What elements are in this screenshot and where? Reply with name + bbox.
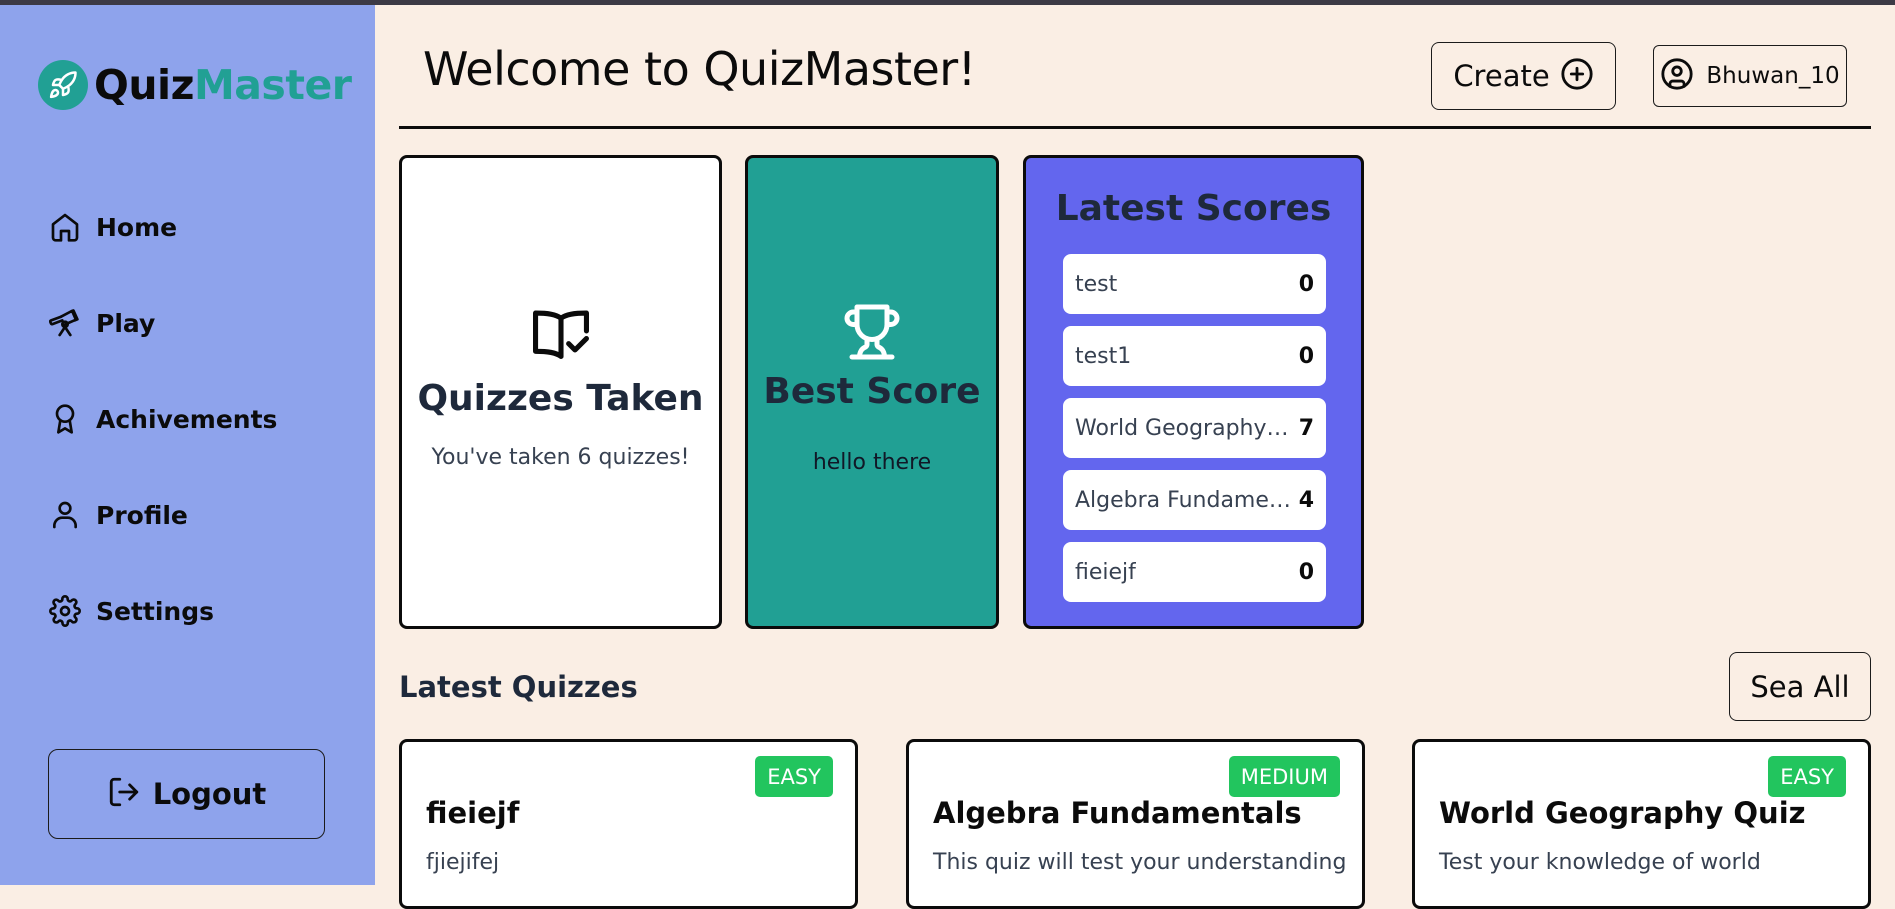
sidebar: QuizMaster Home Play Achivements Profile…	[0, 5, 375, 885]
quiz-description: This quiz will test your understanding	[933, 850, 1347, 875]
telescope-icon	[48, 306, 82, 340]
trophy-icon	[748, 302, 996, 366]
score-value: 7	[1298, 415, 1314, 441]
header-divider	[399, 126, 1871, 129]
score-value: 4	[1298, 487, 1314, 513]
quiz-description: fjiejifej	[426, 850, 500, 875]
score-value: 0	[1298, 271, 1314, 297]
quiz-title: Algebra Fundamentals	[933, 796, 1302, 830]
page-title: Welcome to QuizMaster!	[423, 42, 976, 96]
user-circle-icon	[1660, 57, 1694, 95]
book-check-icon	[402, 308, 719, 368]
score-quiz-name: World Geography Quiz	[1075, 415, 1293, 441]
username: Bhuwan_10	[1706, 63, 1840, 89]
create-button[interactable]: Create	[1431, 42, 1616, 110]
quiz-title: fieiejf	[426, 796, 520, 830]
sidebar-item-label: Play	[96, 308, 156, 338]
card-text: hello there	[812, 450, 932, 475]
quiz-card[interactable]: EASY fieiejf fjiejifej	[399, 739, 858, 909]
quiz-description: Test your knowledge of world	[1439, 850, 1761, 875]
score-row[interactable]: World Geography Quiz 7	[1063, 398, 1326, 458]
logout-button[interactable]: Logout	[48, 749, 325, 839]
create-label: Create	[1453, 59, 1550, 93]
score-value: 0	[1298, 559, 1314, 585]
sidebar-item-label: Home	[96, 212, 178, 242]
score-quiz-name: test	[1075, 271, 1118, 297]
score-row[interactable]: test 0	[1063, 254, 1326, 314]
score-quiz-name: fieiejf	[1075, 559, 1136, 585]
score-row[interactable]: fieiejf 0	[1063, 542, 1326, 602]
logout-icon	[107, 775, 141, 813]
card-title: Quizzes Taken	[417, 378, 704, 419]
user-icon	[48, 498, 82, 532]
card-title: Best Score	[763, 371, 981, 412]
score-quiz-name: Algebra Fundamentals	[1075, 487, 1293, 513]
sidebar-item-label: Profile	[96, 500, 188, 530]
sidebar-item-label: Settings	[96, 596, 215, 626]
sidebar-item-achivements[interactable]: Achivements	[48, 397, 277, 441]
card-title: Latest Scores	[1055, 188, 1332, 229]
difficulty-badge: EASY	[755, 756, 833, 797]
score-quiz-name: test1	[1075, 343, 1132, 369]
sidebar-item-label: Achivements	[96, 404, 278, 434]
award-icon	[48, 402, 82, 436]
app-name: QuizMaster	[94, 61, 352, 109]
logout-label: Logout	[152, 777, 267, 811]
app-logo[interactable]: QuizMaster	[38, 57, 352, 113]
section-title: Latest Quizzes	[399, 670, 638, 704]
quizzes-taken-card: Quizzes Taken You've taken 6 quizzes!	[399, 155, 722, 629]
quiz-title: World Geography Quiz	[1439, 796, 1806, 830]
sidebar-item-home[interactable]: Home	[48, 205, 177, 249]
sidebar-item-play[interactable]: Play	[48, 301, 155, 345]
card-text: You've taken 6 quizzes!	[431, 445, 690, 470]
sidebar-item-profile[interactable]: Profile	[48, 493, 188, 537]
rocket-icon	[38, 60, 88, 110]
home-icon	[48, 210, 82, 244]
score-row[interactable]: Algebra Fundamentals 4	[1063, 470, 1326, 530]
see-all-button[interactable]: Sea All	[1729, 652, 1871, 721]
gear-icon	[48, 594, 82, 628]
difficulty-badge: MEDIUM	[1228, 756, 1340, 797]
quiz-card[interactable]: EASY World Geography Quiz Test your know…	[1412, 739, 1871, 909]
plus-circle-icon	[1560, 57, 1594, 95]
best-score-card: Best Score hello there	[745, 155, 999, 629]
score-value: 0	[1298, 343, 1314, 369]
latest-scores-card: Latest Scores test 0 test1 0 World Geogr…	[1023, 155, 1364, 629]
user-menu-button[interactable]: Bhuwan_10	[1653, 45, 1847, 107]
quiz-card[interactable]: MEDIUM Algebra Fundamentals This quiz wi…	[906, 739, 1365, 909]
score-row[interactable]: test1 0	[1063, 326, 1326, 386]
sidebar-item-settings[interactable]: Settings	[48, 589, 214, 633]
difficulty-badge: EASY	[1768, 756, 1846, 797]
